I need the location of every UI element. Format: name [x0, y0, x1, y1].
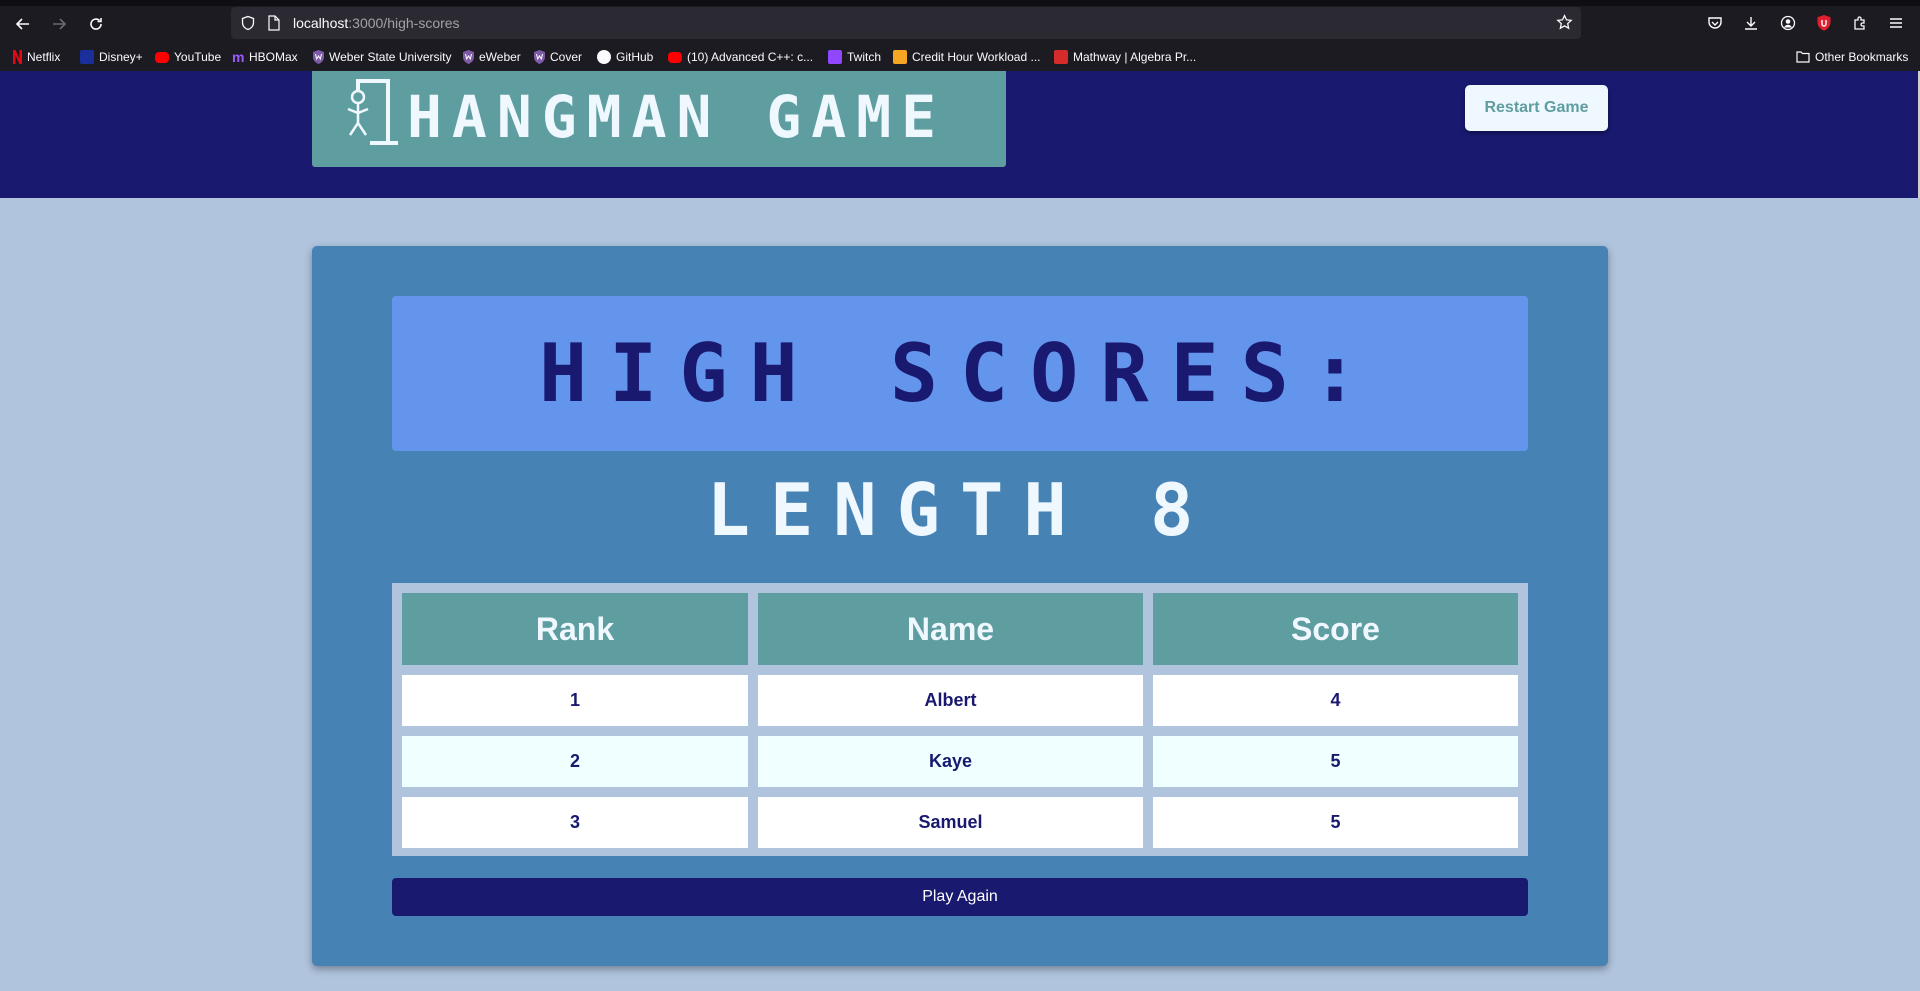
- back-button[interactable]: [7, 8, 39, 40]
- weber-shield-icon: [463, 50, 474, 64]
- word-length-title: LENGTH 8: [706, 468, 1214, 552]
- netflix-icon: [13, 50, 22, 64]
- url-text[interactable]: localhost:3000/high-scores: [293, 15, 460, 31]
- bookmark-disney[interactable]: Disney+: [80, 49, 143, 65]
- credit-hour-icon: [893, 50, 907, 64]
- site-header: HANGMAN GAME Restart Game: [0, 71, 1918, 198]
- table-row: 3 Samuel 5: [402, 797, 1518, 848]
- hbomax-icon: m: [232, 49, 245, 65]
- bookmark-star-icon[interactable]: [1556, 14, 1573, 36]
- hangman-icon: [347, 79, 398, 145]
- logo-title: HANGMAN GAME: [407, 83, 947, 151]
- url-path: :3000/high-scores: [348, 15, 460, 31]
- bookmark-label: (10) Advanced C++: c...: [687, 50, 814, 64]
- header-name: Name: [758, 593, 1143, 665]
- disney-icon: [80, 50, 94, 64]
- bookmark-cover[interactable]: Cover: [534, 49, 582, 65]
- cell-score: 5: [1153, 736, 1518, 787]
- bookmark-twitch[interactable]: Twitch: [828, 49, 881, 65]
- bookmark-weber-state[interactable]: Weber State University: [313, 49, 452, 65]
- restart-game-button[interactable]: Restart Game: [1465, 85, 1608, 131]
- navigation-toolbar: localhost:3000/high-scores: [0, 6, 1920, 40]
- youtube-icon: [668, 51, 682, 63]
- weber-shield-icon: [534, 50, 545, 64]
- high-scores-title: HIGH SCORES:: [539, 327, 1381, 420]
- folder-icon: [1796, 50, 1810, 64]
- extensions-puzzle-icon[interactable]: [1846, 9, 1874, 37]
- page: HANGMAN GAME Restart Game HIGH SCORES: L…: [0, 71, 1920, 991]
- mathway-icon: [1054, 50, 1068, 64]
- high-scores-banner: HIGH SCORES:: [392, 296, 1528, 451]
- high-scores-card: HIGH SCORES: LENGTH 8 Rank Name Score 1 …: [312, 246, 1608, 966]
- logo: HANGMAN GAME: [312, 71, 1006, 167]
- header-score: Score: [1153, 593, 1518, 665]
- twitch-icon: [828, 50, 842, 64]
- bookmarks-toolbar: Netflix Disney+ YouTube m HBOMax Weber S…: [0, 44, 1920, 70]
- reload-button[interactable]: [80, 8, 112, 40]
- cell-name: Samuel: [758, 797, 1143, 848]
- cell-score: 4: [1153, 675, 1518, 726]
- bookmark-youtube[interactable]: YouTube: [155, 49, 221, 65]
- table-row: 2 Kaye 5: [402, 736, 1518, 787]
- bookmark-credit-hour[interactable]: Credit Hour Workload ...: [893, 49, 1041, 65]
- bookmark-label: Mathway | Algebra Pr...: [1073, 50, 1197, 64]
- bookmark-label: Cover: [550, 50, 583, 64]
- cell-score: 5: [1153, 797, 1518, 848]
- youtube-icon: [155, 51, 169, 63]
- bookmark-github[interactable]: GitHub: [597, 49, 653, 65]
- url-bar[interactable]: localhost:3000/high-scores: [231, 7, 1581, 39]
- bookmark-netflix[interactable]: Netflix: [13, 49, 60, 65]
- other-bookmarks-label: Other Bookmarks: [1815, 50, 1909, 64]
- table-row: 1 Albert 4: [402, 675, 1518, 726]
- bookmark-label: Netflix: [27, 50, 61, 64]
- ublock-shield-icon[interactable]: [1810, 9, 1838, 37]
- arrow-left-icon: [15, 18, 29, 30]
- bookmark-label: GitHub: [616, 50, 654, 64]
- weber-shield-icon: [313, 50, 324, 64]
- bookmark-label: Credit Hour Workload ...: [912, 50, 1041, 64]
- page-icon[interactable]: [267, 15, 281, 36]
- bookmark-label: Weber State University: [329, 50, 452, 64]
- downloads-icon[interactable]: [1737, 9, 1765, 37]
- cell-rank: 1: [402, 675, 748, 726]
- bookmark-eweber[interactable]: eWeber: [463, 49, 521, 65]
- bookmark-advanced-cpp[interactable]: (10) Advanced C++: c...: [668, 49, 813, 65]
- play-again-button[interactable]: Play Again: [392, 878, 1528, 916]
- cell-name: Kaye: [758, 736, 1143, 787]
- bookmark-label: eWeber: [479, 50, 521, 64]
- bookmark-label: YouTube: [174, 50, 222, 64]
- account-icon[interactable]: [1774, 9, 1802, 37]
- scores-table: Rank Name Score 1 Albert 4 2 Kaye 5 3 Sa…: [392, 583, 1528, 858]
- table-header-row: Rank Name Score: [402, 593, 1518, 665]
- url-host: localhost: [293, 15, 349, 31]
- pocket-icon[interactable]: [1701, 9, 1729, 37]
- scores-table-container: Rank Name Score 1 Albert 4 2 Kaye 5 3 Sa…: [392, 583, 1528, 856]
- forward-button[interactable]: [43, 8, 75, 40]
- header-rank: Rank: [402, 593, 748, 665]
- arrow-right-icon: [53, 18, 67, 30]
- bookmark-hbomax[interactable]: m HBOMax: [232, 49, 298, 65]
- shield-icon[interactable]: [240, 15, 256, 36]
- bookmark-label: Twitch: [847, 50, 882, 64]
- hamburger-menu-icon[interactable]: [1882, 9, 1910, 37]
- cell-rank: 3: [402, 797, 748, 848]
- bookmark-label: Disney+: [99, 50, 143, 64]
- browser-chrome: localhost:3000/high-scores Netflix Disne…: [0, 0, 1920, 71]
- bookmark-label: HBOMax: [249, 50, 298, 64]
- reload-icon: [90, 18, 102, 30]
- bookmark-mathway[interactable]: Mathway | Algebra Pr...: [1054, 49, 1196, 65]
- cell-rank: 2: [402, 736, 748, 787]
- cell-name: Albert: [758, 675, 1143, 726]
- other-bookmarks[interactable]: Other Bookmarks: [1796, 49, 1908, 65]
- github-icon: [597, 50, 611, 64]
